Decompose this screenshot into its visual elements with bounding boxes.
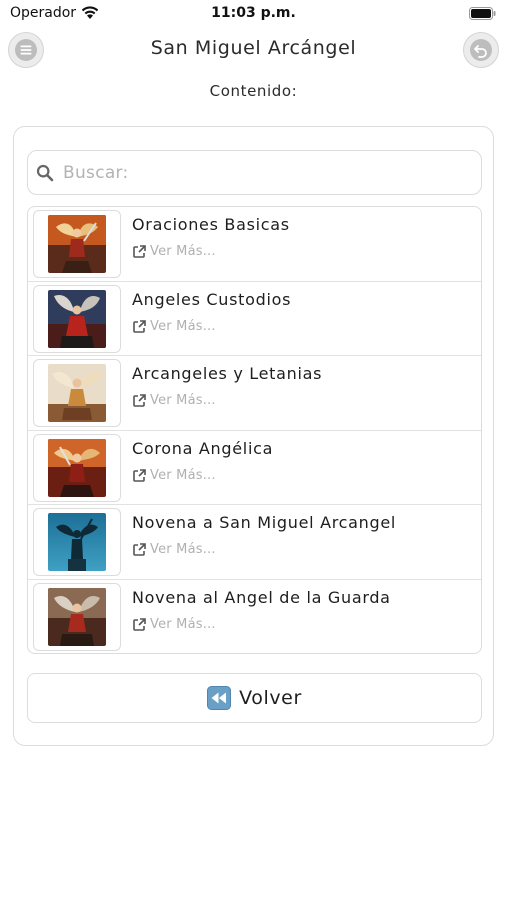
item-title: Arcangeles y Letanias [132, 364, 323, 384]
list-item[interactable]: Novena al Angel de la Guarda Ver Más... [28, 580, 481, 653]
external-link-icon [133, 618, 146, 631]
status-bar: Operador 11:03 p.m. [0, 0, 507, 28]
section-label: Contenido: [209, 82, 298, 100]
list-item[interactable]: Novena a San Miguel Arcangel Ver Más... [28, 505, 481, 580]
item-thumbnail [33, 508, 121, 577]
ver-mas-link[interactable]: Ver Más... [132, 468, 216, 483]
search-input[interactable] [63, 162, 463, 183]
list-item[interactable]: Angeles Custodios Ver Más... [28, 282, 481, 357]
undo-arrow-icon [470, 39, 492, 61]
ver-mas-label: Ver Más... [150, 616, 216, 632]
external-link-icon [133, 394, 146, 407]
search-box[interactable] [27, 150, 482, 195]
content-card: Oraciones Basicas Ver Más... [13, 126, 494, 746]
external-link-icon [133, 245, 146, 258]
search-icon [36, 164, 54, 181]
navigation-bar: San Miguel Arcángel [0, 30, 507, 70]
item-title: Oraciones Basicas [132, 215, 290, 234]
ver-mas-label: Ver Más... [150, 542, 216, 558]
item-thumbnail [33, 284, 121, 353]
item-title: Corona Angélica [132, 438, 274, 458]
ver-mas-link[interactable]: Ver Más... [132, 542, 216, 557]
ver-mas-label: Ver Más... [150, 318, 216, 334]
external-link-icon [133, 319, 146, 333]
external-link-icon [133, 468, 146, 482]
rewind-icon [207, 686, 232, 710]
ver-mas-link[interactable]: Ver Más... [132, 393, 216, 408]
volver-button[interactable]: Volver [27, 673, 482, 723]
item-title: Novena a San Miguel Arcangel [132, 513, 397, 533]
archangel-icon [48, 364, 106, 423]
item-thumbnail [33, 433, 121, 502]
content-list: Oraciones Basicas Ver Más... Angeles Cus… [27, 206, 482, 654]
list-item[interactable]: Arcangeles y Letanias Ver Más... [28, 356, 481, 431]
item-title: Novena al Angel de la Guarda [132, 587, 391, 607]
item-title: Angeles Custodios [132, 289, 292, 309]
list-item[interactable]: Corona Angélica Ver Más... [28, 431, 481, 506]
external-link-icon [133, 543, 146, 557]
archangel-icon [48, 587, 106, 646]
back-button[interactable] [463, 32, 499, 68]
volver-label: Volver [239, 687, 302, 709]
ver-mas-label: Ver Más... [150, 393, 216, 409]
archangel-icon [48, 215, 106, 273]
archangel-icon [48, 289, 106, 348]
item-thumbnail [33, 582, 121, 651]
ver-mas-link[interactable]: Ver Más... [132, 244, 216, 259]
battery-icon [469, 7, 496, 20]
status-time: 11:03 p.m. [211, 5, 296, 21]
ver-mas-label: Ver Más... [150, 467, 216, 483]
page-title: San Miguel Arcángel [150, 37, 357, 59]
archangel-icon [48, 438, 106, 497]
ver-mas-link[interactable]: Ver Más... [132, 319, 216, 334]
list-item[interactable]: Oraciones Basicas Ver Más... [28, 207, 481, 282]
ver-mas-link[interactable]: Ver Más... [132, 617, 216, 632]
ver-mas-label: Ver Más... [150, 244, 216, 259]
statue-icon [48, 513, 106, 572]
item-thumbnail [33, 359, 121, 428]
item-thumbnail [33, 210, 121, 278]
